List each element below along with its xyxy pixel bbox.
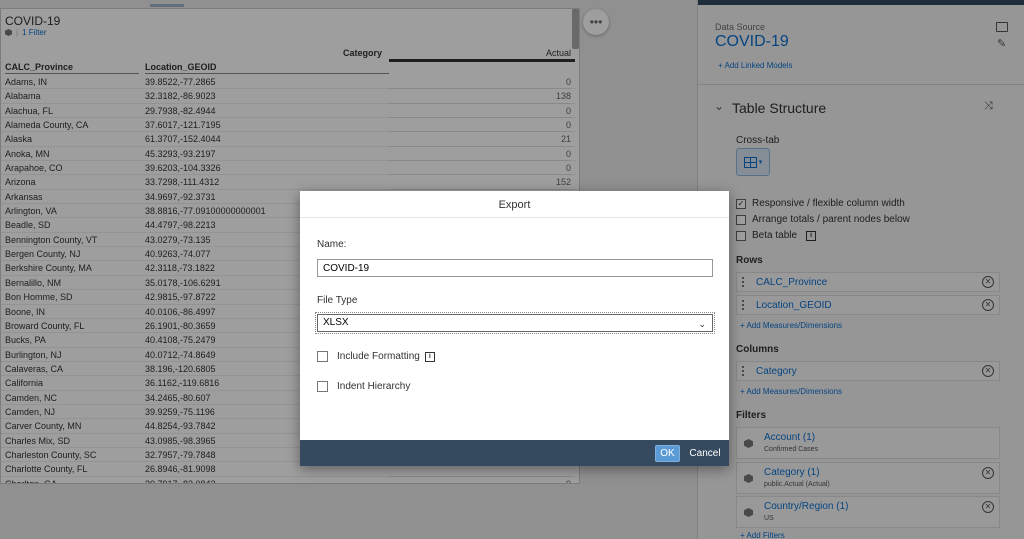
indent-hierarchy-checkbox[interactable] (317, 381, 328, 392)
ok-button[interactable]: OK (655, 445, 680, 462)
indent-hierarchy-label: Indent Hierarchy (337, 381, 411, 392)
include-formatting-option[interactable]: Include Formatting i (317, 351, 435, 362)
include-formatting-label: Include Formatting (337, 351, 420, 362)
chevron-down-icon: ⌄ (698, 319, 706, 329)
include-formatting-checkbox[interactable] (317, 351, 328, 362)
info-icon[interactable]: i (424, 351, 435, 362)
export-dialog: Export Name: File Type XLSX ⌄ Include Fo… (300, 191, 729, 466)
indent-hierarchy-option[interactable]: Indent Hierarchy (317, 381, 410, 392)
name-label: Name: (317, 239, 347, 250)
file-type-select[interactable]: XLSX ⌄ (315, 312, 715, 334)
file-type-label: File Type (317, 295, 358, 306)
dialog-title: Export (300, 191, 729, 218)
dialog-footer: OK Cancel (300, 440, 729, 466)
name-input[interactable] (317, 259, 713, 277)
cancel-button[interactable]: Cancel (688, 445, 722, 462)
file-type-value: XLSX (323, 317, 349, 328)
